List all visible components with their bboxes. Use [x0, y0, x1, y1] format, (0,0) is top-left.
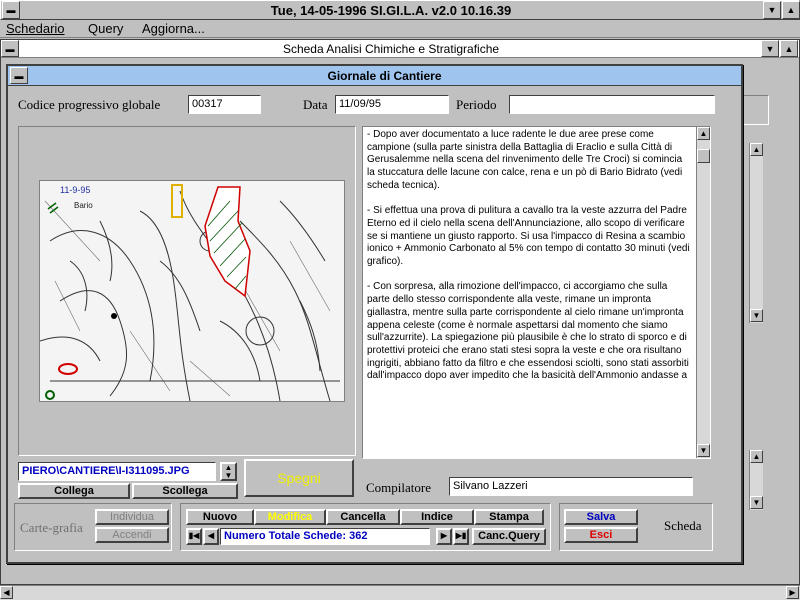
- image-path-scroll[interactable]: ▲ ▼: [220, 462, 237, 481]
- outer-maximize-button[interactable]: ▲: [780, 40, 798, 57]
- record-count-display: Numero Totale Schede: 362: [220, 528, 430, 545]
- menu-query[interactable]: Query: [88, 21, 123, 36]
- maximize-button[interactable]: ▲: [782, 1, 800, 19]
- journal-scroll-up[interactable]: ▲: [697, 127, 710, 140]
- journal-scrollbar[interactable]: ▲ ▼: [696, 127, 710, 458]
- journal-textarea[interactable]: - Dopo aver documentato a luce radente l…: [362, 126, 711, 459]
- background-panel-right: [741, 95, 769, 125]
- fresco-drawing: 11-9-95 Bario: [39, 180, 345, 402]
- journal-system-menu-icon: ▬: [14, 71, 24, 81]
- system-menu-icon: ▬: [6, 5, 16, 15]
- codice-field[interactable]: 00317: [188, 95, 261, 114]
- journal-title: Giornale di Cantiere: [327, 69, 442, 83]
- collega-button[interactable]: Collega: [18, 483, 130, 499]
- fresco-sketch-image: [40, 181, 344, 401]
- background-scroll-down[interactable]: ▼: [750, 309, 763, 322]
- background-scroll-up[interactable]: ▲: [750, 143, 763, 156]
- journal-scroll-thumb[interactable]: [697, 149, 710, 163]
- compilatore-field[interactable]: Silvano Lazzeri: [449, 477, 693, 496]
- image-path-field[interactable]: PIERO\CANTIERE\I-I311095.JPG: [18, 462, 216, 481]
- minimize-icon: ▼: [767, 5, 777, 15]
- menu-bar: Schedario Query Aggiorna...: [0, 20, 800, 38]
- image-caption: 11-9-95: [60, 185, 91, 195]
- journal-dialog: ▬ Giornale di Cantiere Codice progressiv…: [6, 64, 743, 564]
- canc-query-button[interactable]: Canc.Query: [472, 528, 546, 545]
- app-title: Tue, 14-05-1996 SI.GI.L.A. v2.0 10.16.39: [270, 3, 512, 18]
- individua-button[interactable]: Individua: [95, 509, 169, 525]
- esci-button[interactable]: Esci: [564, 527, 638, 543]
- last-record-button[interactable]: ▶▮: [453, 528, 469, 545]
- menu-schedario[interactable]: Schedario: [6, 21, 65, 36]
- next-record-button[interactable]: ▶: [436, 528, 452, 545]
- bottom-scroll-left[interactable]: ◀: [0, 586, 13, 599]
- outer-system-menu-icon: ▬: [5, 44, 15, 54]
- system-menu-button[interactable]: ▬: [2, 1, 20, 19]
- journal-titlebar: ▬ Giornale di Cantiere: [8, 66, 741, 86]
- periodo-label: Periodo: [456, 97, 497, 112]
- outer-system-menu-button[interactable]: ▬: [1, 40, 19, 57]
- background-scrollbar[interactable]: ▲ ▼: [749, 143, 763, 323]
- stampa-button[interactable]: Stampa: [474, 509, 544, 525]
- accendi-button[interactable]: Accendi: [95, 527, 169, 543]
- outer-maximize-icon: ▲: [784, 44, 794, 54]
- spegni-label: Spegni: [277, 470, 321, 486]
- background-scroll-down-2[interactable]: ▼: [750, 496, 763, 509]
- journal-text: - Dopo aver documentato a luce radente l…: [367, 129, 690, 382]
- data-field[interactable]: 11/09/95: [335, 95, 449, 114]
- outer-minimize-button[interactable]: ▼: [761, 40, 779, 57]
- first-record-button[interactable]: ▮◀: [186, 528, 202, 545]
- journal-system-menu-button[interactable]: ▬: [10, 67, 28, 84]
- outer-minimize-icon: ▼: [765, 44, 775, 54]
- app-titlebar: ▬ Tue, 14-05-1996 SI.GI.L.A. v2.0 10.16.…: [0, 0, 800, 20]
- modifica-button[interactable]: Modifica: [254, 509, 326, 525]
- background-scroll-up-2[interactable]: ▲: [750, 450, 763, 463]
- cancella-button[interactable]: Cancella: [326, 509, 400, 525]
- salva-button[interactable]: Salva: [564, 509, 638, 525]
- prev-record-button[interactable]: ◀: [203, 528, 219, 545]
- bottom-scroll-right[interactable]: ▶: [786, 586, 799, 599]
- background-scrollbar-2[interactable]: ▲ ▼: [749, 450, 763, 510]
- spegni-button[interactable]: Spegni: [244, 459, 354, 497]
- indice-button[interactable]: Indice: [400, 509, 474, 525]
- minimize-button[interactable]: ▼: [763, 1, 781, 19]
- codice-label: Codice progressivo globale: [18, 97, 161, 112]
- carte-label: Carte-grafia: [20, 520, 83, 535]
- nuovo-button[interactable]: Nuovo: [186, 509, 254, 525]
- scollega-button[interactable]: Scollega: [132, 483, 238, 499]
- menu-aggiorna[interactable]: Aggiorna...: [142, 21, 205, 36]
- bottom-scrollbar[interactable]: ◀ ▶: [0, 585, 800, 600]
- outer-window-titlebar: ▬ Scheda Analisi Chimiche e Stratigrafic…: [1, 40, 799, 58]
- data-label: Data: [303, 97, 328, 112]
- periodo-field[interactable]: [509, 95, 715, 114]
- journal-scroll-down[interactable]: ▼: [697, 444, 710, 457]
- image-legend: Bario: [74, 201, 93, 210]
- compilatore-label: Compilatore: [366, 480, 431, 495]
- scheda-label: Scheda: [664, 518, 702, 533]
- outer-window-title: Scheda Analisi Chimiche e Stratigrafiche: [282, 42, 500, 56]
- maximize-icon: ▲: [786, 5, 796, 15]
